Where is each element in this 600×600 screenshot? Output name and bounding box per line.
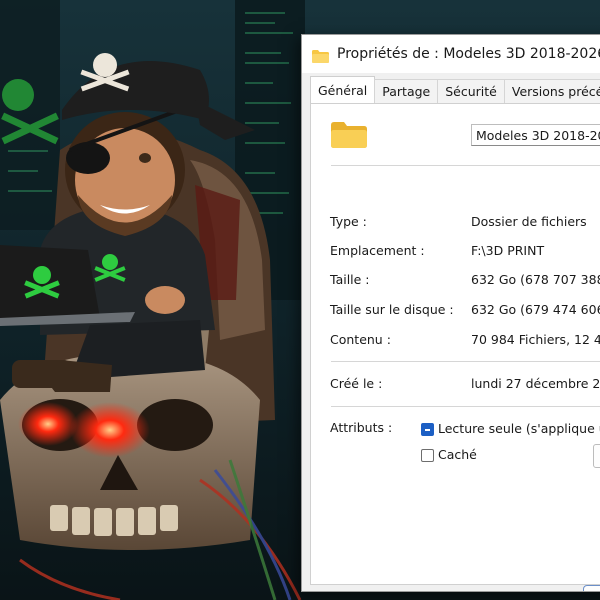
tab-strip: Général Partage Sécurité Versions précéd	[310, 76, 600, 108]
type-value: Dossier de fichiers	[471, 214, 587, 229]
readonly-label: Lecture seule (s'applique uniq	[438, 421, 600, 436]
contents-label: Contenu :	[330, 332, 391, 347]
created-value: lundi 27 décembre 2021	[471, 376, 600, 391]
attributes-label: Attributs :	[330, 420, 393, 435]
folder-icon	[312, 48, 329, 63]
location-label: Emplacement :	[330, 243, 425, 258]
location-value: F:\3D PRINT	[471, 243, 545, 258]
divider	[331, 361, 600, 362]
tab-previous-versions[interactable]: Versions précéd	[503, 79, 600, 104]
tab-security[interactable]: Sécurité	[437, 79, 505, 104]
general-panel: Modeles 3D 2018-2026 Type : Dossier de f…	[310, 103, 600, 585]
properties-dialog: Propriétés de : Modeles 3D 2018-2026 Gén…	[301, 34, 600, 592]
hidden-label: Caché	[438, 447, 477, 462]
title-bar[interactable]: Propriétés de : Modeles 3D 2018-2026	[302, 35, 600, 73]
ok-button[interactable]	[583, 585, 600, 591]
size-on-disk-label: Taille sur le disque :	[330, 302, 454, 317]
size-on-disk-value: 632 Go (679 474 606 080	[471, 302, 600, 317]
created-label: Créé le :	[330, 376, 383, 391]
window-title: Propriétés de : Modeles 3D 2018-2026	[337, 46, 600, 62]
folder-icon	[331, 122, 367, 148]
divider	[331, 406, 600, 407]
size-label: Taille :	[330, 272, 370, 287]
readonly-checkbox[interactable]	[421, 423, 434, 436]
hidden-checkbox[interactable]	[421, 449, 434, 462]
advanced-button[interactable]	[593, 444, 600, 468]
size-value: 632 Go (678 707 388 257	[471, 272, 600, 287]
tab-sharing[interactable]: Partage	[374, 79, 439, 104]
divider	[331, 165, 600, 166]
contents-value: 70 984 Fichiers, 12 416 D	[471, 332, 600, 347]
type-label: Type :	[330, 214, 367, 229]
folder-name-input[interactable]: Modeles 3D 2018-2026	[471, 124, 600, 146]
